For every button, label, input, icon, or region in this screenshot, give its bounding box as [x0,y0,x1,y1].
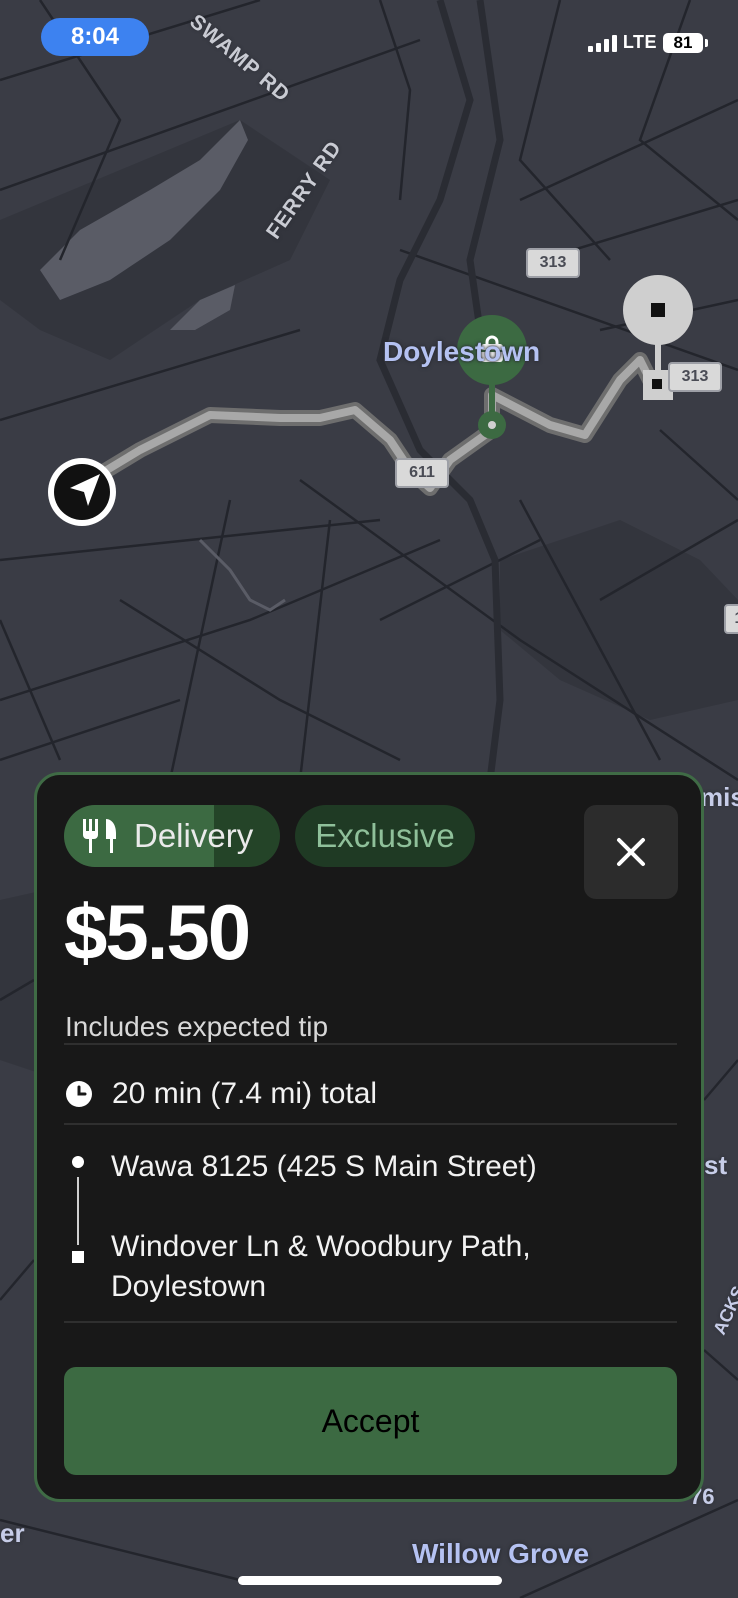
route-shield-313: 313 [668,362,722,392]
trip-duration-row: 20 min (7.4 mi) total [64,1077,377,1111]
offer-card: Delivery Exclusive $5.50 Includes expect… [34,772,704,1502]
route-shield-partial: 1 [724,604,738,634]
divider [64,1043,677,1045]
town-label-willow-grove: Willow Grove [412,1538,590,1569]
map-edge-label: mis [700,782,738,812]
offer-price: $5.50 [64,888,251,976]
close-icon [617,838,645,866]
status-time: 8:04 [41,18,149,56]
route-shield-611: 611 [395,458,449,488]
battery-icon: 81 [663,32,708,53]
divider [64,1123,677,1125]
pickup-address: Wawa 8125 (425 S Main Street) [111,1150,537,1183]
exclusive-chip: Exclusive [295,805,475,867]
trip-duration: 20 min (7.4 mi) total [112,1077,378,1110]
route-stops-icon [72,1156,84,1263]
battery-level: 81 [663,32,703,53]
delivery-chip: Delivery [64,805,280,867]
network-type: LTE [622,32,657,52]
town-label-doylestown: Doylestown [383,336,541,367]
exclusive-label: Exclusive [315,817,455,854]
accept-button[interactable]: Accept [64,1367,677,1475]
dropoff-address-line2: Doylestown [111,1270,267,1303]
price-note: Includes expected tip [65,1011,329,1042]
divider [64,1321,677,1323]
fork-knife-icon [83,819,116,853]
close-button[interactable] [584,805,678,899]
status-indicators: LTE 81 [587,32,708,53]
clock-icon [66,1081,92,1107]
delivery-label: Delivery [134,817,254,854]
route-shield-313: 313 [526,248,580,278]
map-edge-label: er [0,1518,25,1548]
map-edge-label: st [704,1150,728,1180]
signal-icon [587,34,617,52]
home-indicator[interactable] [238,1576,502,1585]
dropoff-address-line1: Windover Ln & Woodbury Path, [111,1230,531,1263]
